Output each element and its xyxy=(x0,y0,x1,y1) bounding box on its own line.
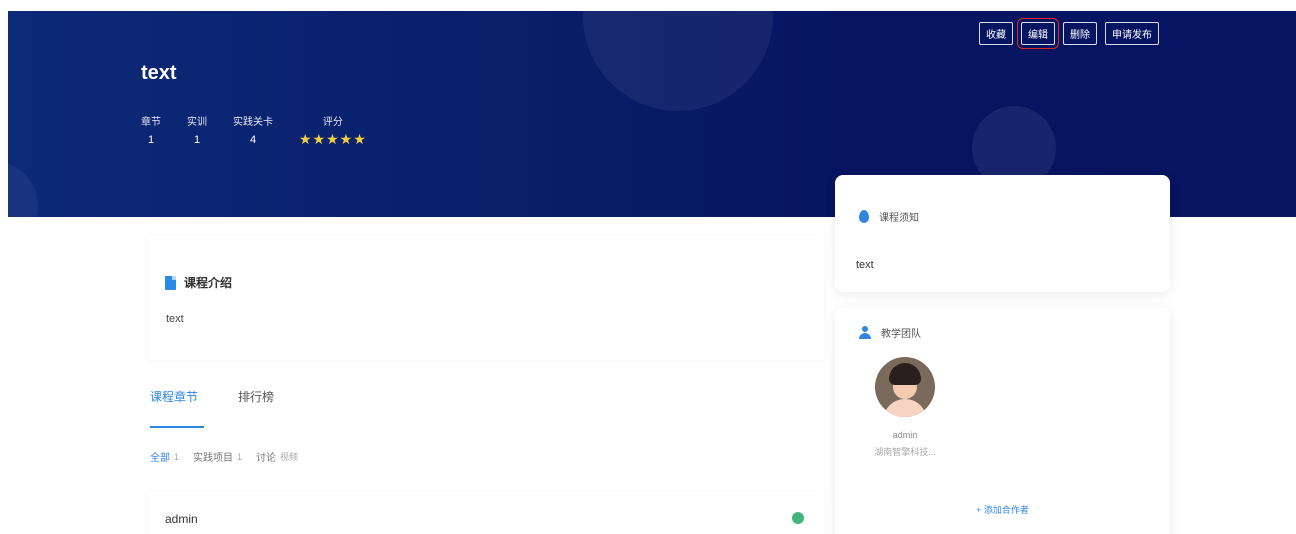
filter-practice-projects[interactable]: 实践项目 1 xyxy=(193,449,243,465)
filter-all[interactable]: 全部 1 xyxy=(150,449,180,465)
tab-chapters[interactable]: 课程章节 xyxy=(150,388,198,405)
active-tab-indicator xyxy=(150,426,204,428)
intro-heading: 课程介绍 xyxy=(184,276,233,290)
delete-button[interactable]: 删除 xyxy=(1063,22,1097,45)
course-intro-card: 课程介绍 text xyxy=(148,236,824,360)
list-item[interactable]: admin xyxy=(148,492,824,534)
favorite-button[interactable]: 收藏 xyxy=(979,22,1013,45)
chapter-filters: 全部 1 实践项目 1 讨论 视频 xyxy=(150,449,298,465)
avatar-body xyxy=(883,399,927,417)
member-name: admin xyxy=(892,430,918,440)
notice-header: 课程须知 xyxy=(859,209,919,224)
list-item-name: admin xyxy=(165,512,198,526)
team-header: 教学团队 xyxy=(859,325,921,340)
filter-label: 全部 xyxy=(150,453,170,464)
stat-value: 1 xyxy=(193,134,201,146)
filter-label: 讨论 xyxy=(256,453,277,464)
course-title: text xyxy=(141,62,177,84)
member-organization: 湖南智擎科技... xyxy=(874,447,936,457)
location-pin-icon xyxy=(859,210,869,223)
tab-leaderboard[interactable]: 排行榜 xyxy=(238,388,274,405)
decorative-circle xyxy=(583,11,773,111)
rating-label: 评分 xyxy=(322,117,343,128)
intro-header: 课程介绍 xyxy=(165,274,232,291)
edit-button[interactable]: 编辑 xyxy=(1017,18,1059,49)
filter-count: 1 xyxy=(174,451,180,462)
stat-label: 章节 xyxy=(141,117,161,128)
document-icon xyxy=(165,275,176,290)
stat-chapters: 章节 1 xyxy=(141,113,161,148)
hero-actions: 收藏 编辑 删除 申请发布 xyxy=(979,18,1159,49)
filter-count: 1 xyxy=(237,451,243,462)
stat-levels: 实践关卡 4 xyxy=(233,113,273,148)
intro-text: text xyxy=(166,313,184,325)
rating-stars-icon: ★★★★★ xyxy=(299,131,367,147)
status-check-icon xyxy=(792,512,804,524)
notice-heading: 课程须知 xyxy=(879,213,919,224)
decorative-circle xyxy=(8,161,38,217)
apply-publish-button[interactable]: 申请发布 xyxy=(1105,22,1159,45)
stat-rating: 评分 ★★★★★ xyxy=(299,113,367,148)
user-icon xyxy=(859,326,871,339)
stat-training: 实训 1 xyxy=(187,113,207,148)
avatar-hair xyxy=(889,363,921,385)
course-tabs: 课程章节 排行榜 xyxy=(150,388,274,405)
filter-discussion[interactable]: 讨论 视频 xyxy=(256,449,298,464)
avatar[interactable] xyxy=(875,357,935,417)
stat-value: 4 xyxy=(249,134,257,146)
stat-label: 实践关卡 xyxy=(233,117,273,128)
notice-text: text xyxy=(856,259,874,271)
filter-count: 视频 xyxy=(280,452,299,462)
stat-label: 实训 xyxy=(187,117,207,128)
stat-value: 1 xyxy=(147,134,155,146)
teaching-team-card: 教学团队 admin 湖南智擎科技... + 添加合作者 xyxy=(835,307,1170,534)
add-collaborator-link[interactable]: + 添加合作者 xyxy=(835,503,1170,516)
filter-label: 实践项目 xyxy=(193,453,234,464)
course-stats: 章节 1 实训 1 实践关卡 4 评分 ★★★★★ xyxy=(141,113,393,148)
course-notice-card: 课程须知 text xyxy=(835,175,1170,292)
team-heading: 教学团队 xyxy=(881,329,921,340)
